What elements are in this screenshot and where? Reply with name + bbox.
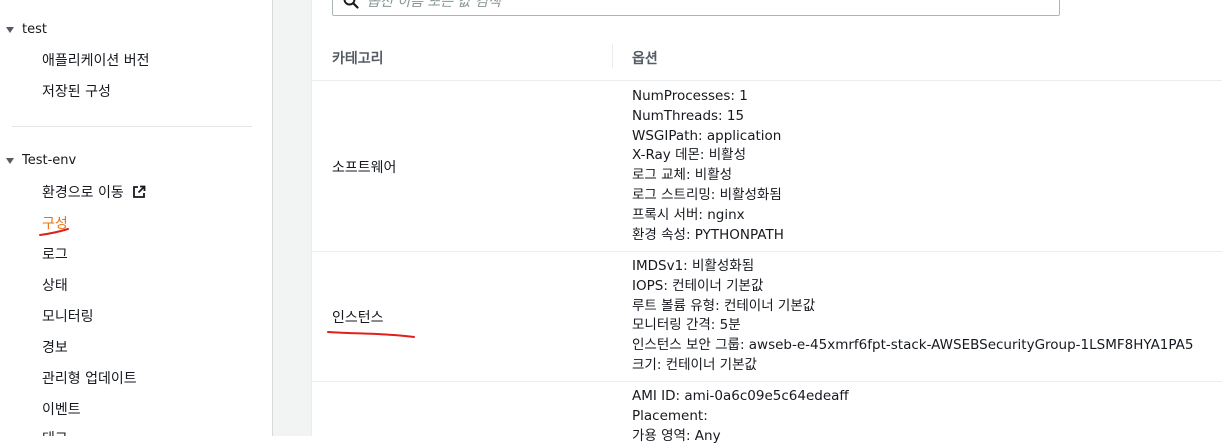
table-row-capacity: AMI ID: ami-0a6c09e5c64edeaff Placement:… bbox=[312, 382, 1222, 444]
option-line: 루트 볼륨 유형: 컨테이너 기본값 bbox=[632, 297, 816, 314]
sidebar-item-events[interactable]: 이벤트 bbox=[42, 399, 81, 419]
sidebar-item-app-versions[interactable]: 애플리케이션 버전 bbox=[42, 50, 150, 70]
annotation-underline bbox=[39, 228, 69, 236]
option-line: NumProcesses: 1 bbox=[632, 88, 748, 104]
annotation-underline bbox=[327, 331, 415, 338]
sidebar-item-label: 저장된 구성 bbox=[42, 84, 111, 100]
sidebar-item-label: 상태 bbox=[42, 278, 68, 294]
sidebar-item-health[interactable]: 상태 bbox=[42, 275, 68, 295]
option-line: 로그 교체: 비활성 bbox=[632, 167, 733, 184]
sidebar-item-label: 태그 bbox=[42, 428, 68, 436]
search-icon bbox=[343, 0, 359, 9]
option-line: 가용 영역: Any bbox=[632, 427, 721, 444]
sidebar-item-saved-configs[interactable]: 저장된 구성 bbox=[42, 81, 111, 101]
option-line: 크기: 컨테이너 기본값 bbox=[632, 356, 757, 373]
option-line: 환경 속성: PYTHONPATH bbox=[632, 226, 784, 243]
sidebar-item-go-to-env[interactable]: 환경으로 이동 bbox=[42, 182, 146, 202]
table-header: 카테고리 옵션 bbox=[312, 34, 1222, 81]
sidebar-item-label: 모니터링 bbox=[42, 309, 94, 325]
main-content: 옵션 이름 또는 값 검색 카테고리 옵션 소프트웨어 NumProcesses… bbox=[273, 0, 1222, 444]
caret-down-icon bbox=[6, 26, 14, 33]
sidebar-group-test-env[interactable]: Test-env bbox=[6, 153, 76, 168]
option-line: 인스턴스 보안 그룹: awseb-e-45xmrf6fpt-stack-AWS… bbox=[632, 337, 1194, 354]
option-line: IOPS: 컨테이너 기본값 bbox=[632, 277, 764, 294]
table-row-software: 소프트웨어 NumProcesses: 1 NumThreads: 15 WSG… bbox=[312, 81, 1222, 252]
sidebar-item-logs[interactable]: 로그 bbox=[42, 244, 68, 264]
options-cell: NumProcesses: 1 NumThreads: 15 WSGIPath:… bbox=[632, 87, 784, 245]
sidebar-item-alarms[interactable]: 경보 bbox=[42, 337, 68, 357]
option-line: 로그 스트리밍: 비활성화됨 bbox=[632, 186, 782, 203]
configuration-panel: 옵션 이름 또는 값 검색 카테고리 옵션 소프트웨어 NumProcesses… bbox=[311, 0, 1222, 444]
option-line: Placement: bbox=[632, 407, 708, 424]
options-cell: IMDSv1: 비활성화됨 IOPS: 컨테이너 기본값 루트 볼륨 유형: 컨… bbox=[632, 257, 1194, 376]
sidebar-item-tags[interactable]: 태그 bbox=[42, 428, 68, 436]
sidebar-item-label: 환경으로 이동 bbox=[42, 185, 124, 201]
table-row-instances: 인스턴스 IMDSv1: 비활성화됨 IOPS: 컨테이너 기본값 루트 볼륨 … bbox=[312, 252, 1222, 382]
sidebar-group-test[interactable]: test bbox=[6, 22, 47, 37]
sidebar: test 애플리케이션 버전 저장된 구성 Test-env 환경으로 이동 구… bbox=[0, 0, 273, 436]
search-input[interactable]: 옵션 이름 또는 값 검색 bbox=[332, 0, 1060, 16]
column-header-category[interactable]: 카테고리 bbox=[332, 48, 384, 68]
sidebar-item-label: 경보 bbox=[42, 340, 68, 356]
option-line: 프록시 서버: nginx bbox=[632, 206, 745, 223]
sidebar-item-label: 이벤트 bbox=[42, 402, 81, 418]
column-divider bbox=[612, 44, 613, 68]
options-cell: AMI ID: ami-0a6c09e5c64edeaff Placement:… bbox=[632, 387, 849, 446]
caret-down-icon bbox=[6, 157, 14, 164]
option-line: AMI ID: ami-0a6c09e5c64edeaff bbox=[632, 388, 849, 404]
option-line: IMDSv1: 비활성화됨 bbox=[632, 258, 755, 274]
category-cell: 인스턴스 bbox=[332, 310, 384, 326]
sidebar-group-label: test bbox=[22, 22, 47, 37]
sidebar-group-label: Test-env bbox=[22, 153, 77, 168]
sidebar-divider bbox=[12, 126, 252, 127]
option-line: WSGIPath: application bbox=[632, 127, 782, 144]
sidebar-item-label: 애플리케이션 버전 bbox=[42, 53, 150, 69]
column-header-options[interactable]: 옵션 bbox=[632, 48, 658, 68]
search-placeholder: 옵션 이름 또는 값 검색 bbox=[367, 0, 501, 10]
external-link-icon bbox=[132, 185, 146, 198]
sidebar-item-label: 관리형 업데이트 bbox=[42, 371, 137, 387]
category-cell: 소프트웨어 bbox=[332, 160, 397, 176]
option-line: NumThreads: 15 bbox=[632, 107, 745, 124]
sidebar-item-label: 로그 bbox=[42, 247, 68, 263]
option-line: 모니터링 간격: 5분 bbox=[632, 317, 741, 334]
sidebar-item-managed-updates[interactable]: 관리형 업데이트 bbox=[42, 368, 137, 388]
option-line: X-Ray 데몬: 비활성 bbox=[632, 147, 747, 164]
sidebar-item-monitoring[interactable]: 모니터링 bbox=[42, 306, 94, 326]
